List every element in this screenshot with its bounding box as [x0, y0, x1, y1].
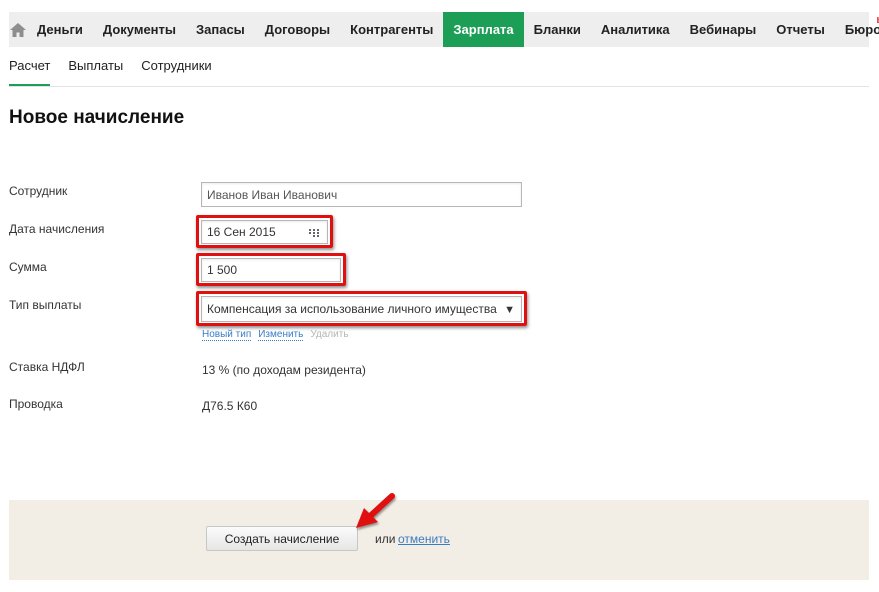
main-nav: Деньги Документы Запасы Договоры Контраг…: [9, 12, 879, 47]
ndfl-value: 13 % (по доходам резидента): [202, 363, 366, 377]
edit-type-link[interactable]: Изменить: [258, 329, 304, 341]
create-accrual-button[interactable]: Создать начисление: [206, 526, 358, 551]
nav-item-forms[interactable]: Бланки: [524, 12, 591, 47]
dropdown-arrow-icon: ▼: [504, 304, 515, 316]
employee-field[interactable]: Иванов Иван Иванович: [201, 182, 522, 207]
posting-value: Д76.5 К60: [202, 399, 258, 413]
amount-label: Сумма: [9, 260, 47, 274]
pointer-arrow-icon: [356, 493, 395, 528]
nav-item-documents[interactable]: Документы: [93, 12, 186, 47]
nav-item-reports[interactable]: Отчеты: [766, 12, 835, 47]
nav-item-bureau-label: Бюро: [844, 22, 879, 37]
posting-label: Проводка: [9, 397, 63, 411]
date-value: 16 Сен 2015: [207, 225, 276, 239]
nav-item-webinars[interactable]: Вебинары: [680, 12, 767, 47]
payment-type-select[interactable]: Компенсация за использование личного иму…: [201, 296, 522, 322]
subnav-divider: [9, 86, 869, 87]
payment-type-actions: Новый тип Изменить Удалить: [202, 329, 349, 341]
nav-item-contracts[interactable]: Договоры: [255, 12, 340, 47]
tab-payments[interactable]: Выплаты: [68, 48, 123, 87]
page-title: Новое начисление: [9, 107, 185, 128]
home-button[interactable]: [9, 12, 27, 47]
date-field[interactable]: 16 Сен 2015: [201, 220, 328, 244]
sub-nav: Расчет Выплаты Сотрудники: [9, 48, 230, 87]
nav-item-stock[interactable]: Запасы: [186, 12, 255, 47]
payment-type-value: Компенсация за использование личного иму…: [207, 302, 497, 316]
home-icon: [10, 22, 26, 37]
cancel-link[interactable]: отменить: [398, 532, 450, 546]
employee-label: Сотрудник: [9, 184, 68, 198]
nav-item-salary[interactable]: Зарплата: [443, 12, 524, 47]
delete-type-link: Удалить: [310, 329, 349, 340]
tab-calculation[interactable]: Расчет: [9, 48, 51, 87]
employee-value: Иванов Иван Иванович: [207, 187, 338, 202]
nav-item-money[interactable]: Деньги: [27, 12, 93, 47]
tab-employees[interactable]: Сотрудники: [141, 48, 211, 87]
payment-type-label: Тип выплаты: [9, 298, 82, 312]
ndfl-label: Ставка НДФЛ: [9, 360, 85, 374]
amount-value: 1 500: [207, 263, 238, 277]
or-text: или: [375, 532, 396, 546]
new-type-link[interactable]: Новый тип: [202, 329, 252, 341]
calendar-icon[interactable]: [309, 229, 319, 237]
date-label: Дата начисления: [9, 222, 105, 236]
nav-item-analytics[interactable]: Аналитика: [591, 12, 680, 47]
nav-item-bureau[interactable]: Бюро beta: [835, 12, 879, 47]
amount-input[interactable]: 1 500: [201, 258, 341, 282]
nav-item-counterparties[interactable]: Контрагенты: [340, 12, 443, 47]
